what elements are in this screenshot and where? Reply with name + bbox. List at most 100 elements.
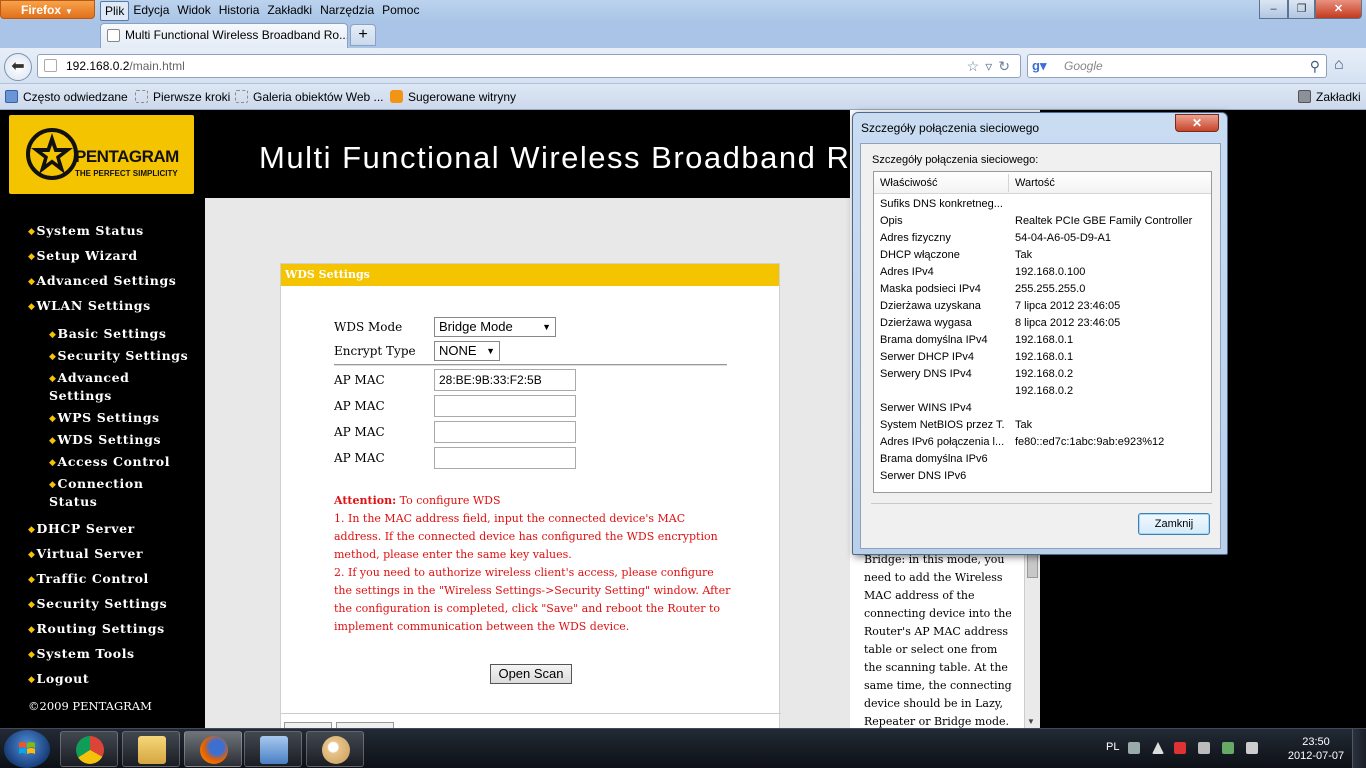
details-row[interactable]: 192.168.0.2 bbox=[874, 383, 1211, 400]
bookmark-suggested-sites[interactable]: Sugerowane witryny bbox=[390, 89, 516, 105]
search-icon[interactable]: ⚲ bbox=[1310, 55, 1320, 77]
details-row[interactable]: Serwer DNS IPv6 bbox=[874, 468, 1211, 485]
attention-intro: To configure WDS bbox=[396, 494, 501, 507]
show-desktop-button[interactable] bbox=[1352, 729, 1366, 768]
taskbar-firefox[interactable] bbox=[184, 731, 242, 767]
nav-wds-settings[interactable]: ◆WDS Settings bbox=[49, 431, 161, 450]
details-row[interactable]: Brama domyślna IPv4 192.168.0.1 bbox=[874, 332, 1211, 349]
ap-mac-field-3[interactable] bbox=[434, 421, 576, 443]
nav-virtual-server[interactable]: ◆Virtual Server bbox=[28, 545, 143, 564]
bookmarks-menu-button[interactable]: Zakładki bbox=[1298, 89, 1361, 105]
details-row[interactable]: Sufiks DNS konkretneg... bbox=[874, 196, 1211, 213]
details-row[interactable]: Brama domyślna IPv6 bbox=[874, 451, 1211, 468]
nav-access-control[interactable]: ◆Access Control bbox=[49, 453, 170, 472]
google-engine-icon[interactable]: g▾ bbox=[1032, 58, 1046, 74]
bookmark-web-slice-gallery[interactable]: Galeria obiektów Web ... bbox=[235, 89, 384, 105]
taskbar-paint[interactable] bbox=[306, 731, 364, 767]
encrypt-type-select[interactable]: NONE ▼ bbox=[434, 341, 500, 361]
menu-item-view[interactable]: Widok bbox=[173, 1, 214, 21]
details-row[interactable]: System NetBIOS przez T... Tak bbox=[874, 417, 1211, 434]
network-icon[interactable] bbox=[1222, 742, 1234, 754]
language-indicator[interactable]: PL bbox=[1106, 741, 1119, 753]
volume-icon[interactable] bbox=[1246, 742, 1258, 754]
ap-mac-field-2[interactable] bbox=[434, 395, 576, 417]
nav-logout[interactable]: ◆Logout bbox=[28, 670, 89, 689]
scrollbar-thumb[interactable] bbox=[1027, 552, 1038, 578]
details-row[interactable]: Adres fizyczny 54-04-A6-05-D9-A1 bbox=[874, 230, 1211, 247]
menu-item-help[interactable]: Pomoc bbox=[378, 1, 423, 21]
nav-system-status[interactable]: ◆System Status bbox=[28, 222, 144, 241]
minimize-button[interactable]: – bbox=[1259, 0, 1288, 19]
nav-setup-wizard[interactable]: ◆Setup Wizard bbox=[28, 247, 138, 266]
search-box[interactable]: g▾ Google ⚲ bbox=[1027, 54, 1327, 78]
menu-item-bookmarks[interactable]: Zakładki bbox=[263, 1, 316, 21]
new-tab-button[interactable]: + bbox=[350, 24, 376, 46]
clock[interactable]: 23:50 2012-07-07 bbox=[1276, 735, 1356, 763]
nav-wlan-security-settings[interactable]: ◆Security Settings bbox=[49, 347, 188, 366]
menu-item-file[interactable]: Plik bbox=[100, 1, 130, 21]
action-center-icon[interactable] bbox=[1174, 742, 1186, 754]
home-icon[interactable]: ⌂ bbox=[1334, 56, 1344, 74]
details-list[interactable]: Właściwość Wartość Sufiks DNS konkretneg… bbox=[873, 171, 1212, 493]
divider bbox=[334, 364, 727, 366]
details-row[interactable]: Dzierżawa wygasa 8 lipca 2012 23:46:05 bbox=[874, 315, 1211, 332]
back-button[interactable]: ⬅ bbox=[4, 53, 32, 81]
ap-mac-field-1[interactable]: 28:BE:9B:33:F2:5B bbox=[434, 369, 576, 391]
details-row[interactable]: Adres IPv6 połączenia l... fe80::ed7c:1ab… bbox=[874, 434, 1211, 451]
bookmark-getting-started[interactable]: Pierwsze kroki bbox=[135, 89, 230, 105]
chrome-icon bbox=[76, 736, 104, 764]
taskbar-explorer[interactable] bbox=[122, 731, 180, 767]
firefox-menu-button[interactable]: Firefox ▼ bbox=[0, 0, 95, 19]
url-bar[interactable]: 192.168.0.2/main.html ☆▿↻ bbox=[37, 54, 1021, 78]
column-header-property[interactable]: Właściwość bbox=[880, 172, 937, 194]
taskbar-network[interactable] bbox=[244, 731, 302, 767]
bookmark-star-icon[interactable]: ☆ bbox=[967, 58, 986, 74]
dialog-close-icon[interactable]: ✕ bbox=[1175, 114, 1219, 132]
details-row[interactable]: Serwer DHCP IPv4 192.168.0.1 bbox=[874, 349, 1211, 366]
nav-traffic-control[interactable]: ◆Traffic Control bbox=[28, 570, 149, 589]
details-row[interactable]: DHCP włączone Tak bbox=[874, 247, 1211, 264]
column-header-value[interactable]: Wartość bbox=[1015, 172, 1055, 194]
battery-icon[interactable] bbox=[1198, 742, 1210, 754]
ap-mac-field-4[interactable] bbox=[434, 447, 576, 469]
show-hidden-icons-icon[interactable] bbox=[1152, 742, 1164, 754]
start-button[interactable] bbox=[4, 730, 50, 768]
reload-icon[interactable]: ↻ bbox=[998, 58, 1016, 74]
nav-security-settings[interactable]: ◆Security Settings bbox=[28, 595, 167, 614]
menu-item-history[interactable]: Historia bbox=[215, 1, 264, 21]
nav-wlan-settings[interactable]: ◆WLAN Settings bbox=[28, 297, 151, 316]
details-row[interactable]: Serwery DNS IPv4 192.168.0.2 bbox=[874, 366, 1211, 383]
restore-button[interactable]: ❐ bbox=[1288, 0, 1315, 19]
nav-advanced-settings[interactable]: ◆Advanced Settings bbox=[28, 272, 176, 291]
taskbar-chrome[interactable] bbox=[60, 731, 118, 767]
nav-basic-settings[interactable]: ◆Basic Settings bbox=[49, 325, 167, 344]
details-row[interactable]: Maska podsieci IPv4 255.255.255.0 bbox=[874, 281, 1211, 298]
nav-connection-status-line2[interactable]: Status bbox=[49, 493, 97, 511]
menu-item-edit[interactable]: Edycja bbox=[129, 1, 173, 21]
keyboard-icon[interactable] bbox=[1128, 742, 1140, 754]
network-connections-icon bbox=[260, 736, 288, 764]
help-scrollbar[interactable]: ▼ bbox=[1024, 540, 1040, 728]
close-window-button[interactable]: ✕ bbox=[1315, 0, 1362, 19]
browser-tab[interactable]: Multi Functional Wireless Broadband Ro..… bbox=[100, 23, 348, 48]
menu-item-tools[interactable]: Narzędzia bbox=[316, 1, 378, 21]
details-row[interactable]: Dzierżawa uzyskana 7 lipca 2012 23:46:05 bbox=[874, 298, 1211, 315]
nav-system-tools[interactable]: ◆System Tools bbox=[28, 645, 135, 664]
nav-wlan-advanced-settings[interactable]: ◆Advanced bbox=[49, 369, 130, 388]
nav-routing-settings[interactable]: ◆Routing Settings bbox=[28, 620, 165, 639]
nav-dhcp-server[interactable]: ◆DHCP Server bbox=[28, 520, 135, 539]
nav-wlan-advanced-settings-line2[interactable]: Settings bbox=[49, 387, 112, 405]
details-row[interactable]: Opis Realtek PCIe GBE Family Controller bbox=[874, 213, 1211, 230]
details-row[interactable]: Adres IPv4 192.168.0.100 bbox=[874, 264, 1211, 281]
bookmark-frequent[interactable]: Często odwiedzane bbox=[5, 89, 128, 105]
details-row[interactable]: Serwer WINS IPv4 bbox=[874, 400, 1211, 417]
firefox-icon bbox=[200, 736, 228, 764]
scroll-down-arrow-icon[interactable]: ▼ bbox=[1027, 717, 1035, 726]
dropdown-arrow-icon[interactable]: ▿ bbox=[985, 58, 998, 74]
close-dialog-button[interactable]: Zamknij bbox=[1138, 513, 1210, 535]
url-path: /main.html bbox=[129, 59, 185, 73]
nav-wps-settings[interactable]: ◆WPS Settings bbox=[49, 409, 160, 428]
nav-connection-status[interactable]: ◆Connection bbox=[49, 475, 144, 494]
wds-mode-select[interactable]: Bridge Mode ▼ bbox=[434, 317, 556, 337]
open-scan-button[interactable]: Open Scan bbox=[490, 664, 572, 684]
